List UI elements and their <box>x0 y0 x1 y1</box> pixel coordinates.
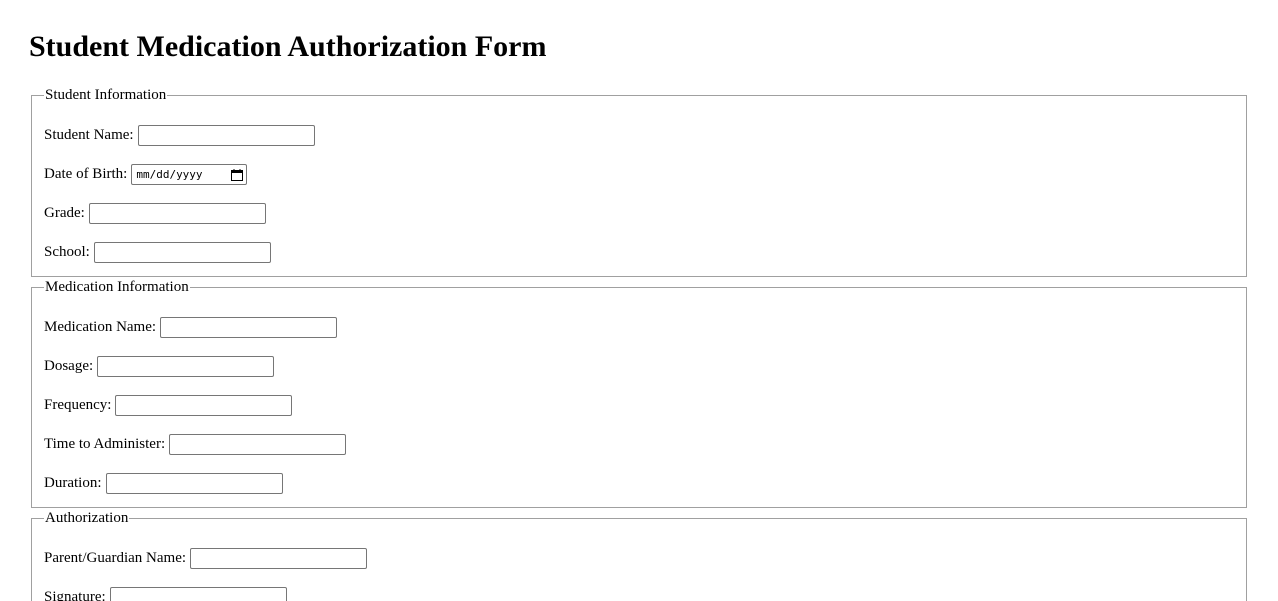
frequency-label: Frequency: <box>44 397 112 413</box>
date-of-birth-input[interactable]: mm/dd/yyyy <box>131 164 248 185</box>
signature-input[interactable] <box>109 587 287 601</box>
guardian-name-label: Parent/Guardian Name: <box>44 550 187 566</box>
duration-row: Duration: <box>44 473 283 494</box>
student-name-input[interactable] <box>137 125 315 146</box>
signature-label: Signature: <box>44 589 106 601</box>
duration-label: Duration: <box>44 475 102 491</box>
school-label: School: <box>44 244 90 260</box>
date-of-birth-label: Date of Birth: <box>44 166 128 182</box>
medication-information-fieldset: Medication Information Medication Name: … <box>31 279 1247 508</box>
dosage-input[interactable] <box>97 356 275 377</box>
student-information-legend: Student Information <box>45 87 167 103</box>
medication-name-input[interactable] <box>160 317 338 338</box>
calendar-icon[interactable] <box>231 168 244 181</box>
date-of-birth-row: Date of Birth: mm/dd/yyyy <box>44 164 248 185</box>
frequency-row: Frequency: <box>44 395 293 416</box>
time-to-administer-row: Time to Administer: <box>44 434 347 455</box>
medication-name-row: Medication Name: <box>44 317 338 338</box>
student-information-fieldset: Student Information Student Name: Date o… <box>31 87 1247 277</box>
guardian-name-row: Parent/Guardian Name: <box>44 548 368 569</box>
authorization-legend: Authorization <box>45 510 129 526</box>
school-input[interactable] <box>93 242 271 263</box>
student-name-label: Student Name: <box>44 127 134 143</box>
medication-name-label: Medication Name: <box>44 319 157 335</box>
dosage-row: Dosage: <box>44 356 275 377</box>
authorization-fieldset: Authorization Parent/Guardian Name: Sign… <box>31 510 1247 601</box>
guardian-name-input[interactable] <box>190 548 368 569</box>
medication-information-legend: Medication Information <box>45 279 189 295</box>
time-to-administer-label: Time to Administer: <box>44 436 166 452</box>
page-title: Student Medication Authorization Form <box>29 30 547 63</box>
school-row: School: <box>44 242 271 263</box>
grade-label: Grade: <box>44 205 85 221</box>
date-of-birth-placeholder: mm/dd/yyyy <box>136 168 203 181</box>
time-to-administer-input[interactable] <box>169 434 347 455</box>
student-name-row: Student Name: <box>44 125 315 146</box>
duration-input[interactable] <box>105 473 283 494</box>
grade-row: Grade: <box>44 203 266 224</box>
grade-input[interactable] <box>88 203 266 224</box>
dosage-label: Dosage: <box>44 358 94 374</box>
frequency-input[interactable] <box>115 395 293 416</box>
signature-row: Signature: <box>44 587 287 601</box>
